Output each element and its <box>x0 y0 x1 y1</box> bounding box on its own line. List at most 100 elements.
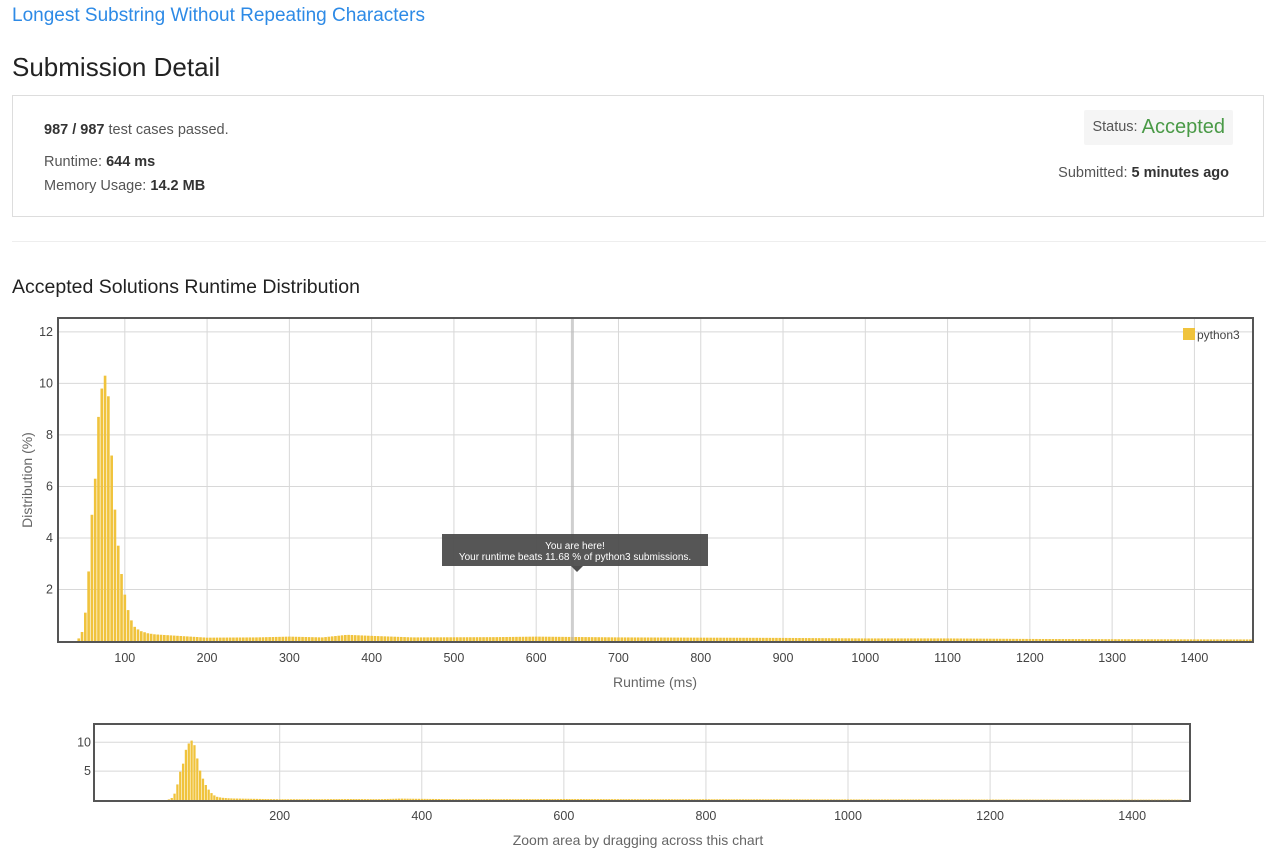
legend-label-python3[interactable]: python3 <box>1197 328 1240 342</box>
runtime-bar <box>403 637 406 641</box>
runtime-bar <box>297 636 301 641</box>
x-tick-label: 500 <box>443 651 464 665</box>
runtime-bar <box>460 799 463 800</box>
runtime-bar <box>1162 799 1165 801</box>
runtime-bar <box>400 798 404 800</box>
runtime-bar <box>647 799 651 800</box>
runtime-bar <box>781 799 784 800</box>
runtime-bar <box>130 620 133 641</box>
runtime-bar <box>567 636 571 641</box>
runtime-bar <box>491 799 494 800</box>
runtime-bar <box>378 799 381 800</box>
runtime-bar <box>170 797 173 800</box>
runtime-bar <box>186 636 189 641</box>
runtime-bar <box>1222 639 1226 641</box>
runtime-bar <box>564 636 568 641</box>
runtime-bar <box>909 799 912 800</box>
runtime-bar <box>508 636 512 641</box>
runtime-bar <box>534 799 537 800</box>
runtime-bar <box>454 799 458 800</box>
runtime-bar <box>1096 799 1100 801</box>
runtime-bar <box>1130 639 1134 641</box>
runtime-bar <box>561 636 564 641</box>
runtime-bar <box>511 636 515 641</box>
runtime-bar <box>107 396 110 641</box>
runtime-bar <box>753 799 756 800</box>
runtime-bar <box>434 798 438 800</box>
runtime-bar <box>840 638 844 641</box>
runtime-bar <box>315 799 318 800</box>
runtime-bar <box>895 799 898 800</box>
runtime-bar <box>625 799 628 800</box>
runtime-bar <box>255 798 259 800</box>
runtime-distribution-charts[interactable]: 2 4 6 8 10 12 100 200 300 400 500 600 700 800 900 1000… <box>0 0 1276 860</box>
runtime-bar <box>436 637 439 641</box>
main-chart[interactable]: 2 4 6 8 10 12 100 200 300 400 500 600 700 800 900 1000… <box>19 317 1254 690</box>
runtime-bar <box>372 799 375 800</box>
runtime-bar <box>347 634 350 641</box>
runtime-bar <box>650 799 654 800</box>
runtime-bar <box>389 798 392 800</box>
runtime-bar <box>358 799 361 800</box>
runtime-bar <box>665 799 668 800</box>
runtime-bar <box>495 637 499 641</box>
runtime-bar <box>156 634 160 641</box>
x-tick-label: 1100 <box>934 651 961 665</box>
runtime-bar <box>761 799 764 800</box>
runtime-bar <box>218 797 222 800</box>
runtime-bar <box>574 636 578 641</box>
runtime-bar <box>501 637 505 641</box>
navigator-chart[interactable]: 5 10 200 400 600 800 1000 1200 1400 Zoom area b… <box>77 723 1191 848</box>
runtime-bar <box>949 638 953 641</box>
runtime-bar <box>706 637 709 641</box>
runtime-bar <box>645 799 648 800</box>
runtime-bar <box>172 635 176 641</box>
runtime-bar <box>741 799 745 800</box>
runtime-bar <box>676 799 679 800</box>
chart-legend[interactable]: python3 <box>1183 328 1240 342</box>
runtime-bar <box>241 637 245 641</box>
runtime-bar <box>195 637 199 641</box>
x-tick-label: 200 <box>269 809 290 823</box>
x-tick-label: 400 <box>411 809 432 823</box>
runtime-bar <box>794 637 798 641</box>
runtime-bar <box>474 799 477 800</box>
runtime-bar <box>765 637 768 641</box>
runtime-bar <box>1061 639 1065 641</box>
runtime-bar <box>872 799 875 800</box>
runtime-bar <box>1226 639 1229 641</box>
runtime-bar <box>747 799 750 800</box>
runtime-bar <box>261 798 264 800</box>
runtime-bar <box>633 637 637 641</box>
runtime-bar <box>890 638 893 641</box>
runtime-bar <box>869 799 872 800</box>
runtime-bar <box>390 636 393 641</box>
runtime-bar <box>409 798 412 800</box>
runtime-bar <box>1216 639 1219 641</box>
runtime-bar <box>917 799 921 800</box>
runtime-bar <box>1153 639 1157 641</box>
runtime-bar <box>719 799 722 800</box>
runtime-bar <box>1044 638 1048 641</box>
runtime-bar <box>709 637 712 641</box>
runtime-bar <box>1140 639 1144 641</box>
runtime-bar <box>429 798 432 800</box>
runtime-bar <box>551 636 554 641</box>
runtime-bar <box>376 636 380 641</box>
runtime-bar <box>551 799 554 800</box>
runtime-bar <box>912 799 915 800</box>
runtime-bar <box>867 638 870 641</box>
runtime-bar <box>1107 639 1111 641</box>
runtime-bar <box>494 799 497 800</box>
runtime-bar <box>693 799 696 800</box>
zoom-hint: Zoom area by dragging across this chart <box>513 832 764 848</box>
runtime-bar <box>258 798 261 800</box>
runtime-bar <box>196 758 199 800</box>
runtime-bar <box>710 799 713 800</box>
runtime-bar <box>179 636 183 641</box>
runtime-bar <box>985 638 989 641</box>
runtime-bar <box>804 638 808 641</box>
runtime-bar <box>929 799 932 800</box>
runtime-bar <box>485 637 489 641</box>
runtime-bar <box>801 799 804 800</box>
